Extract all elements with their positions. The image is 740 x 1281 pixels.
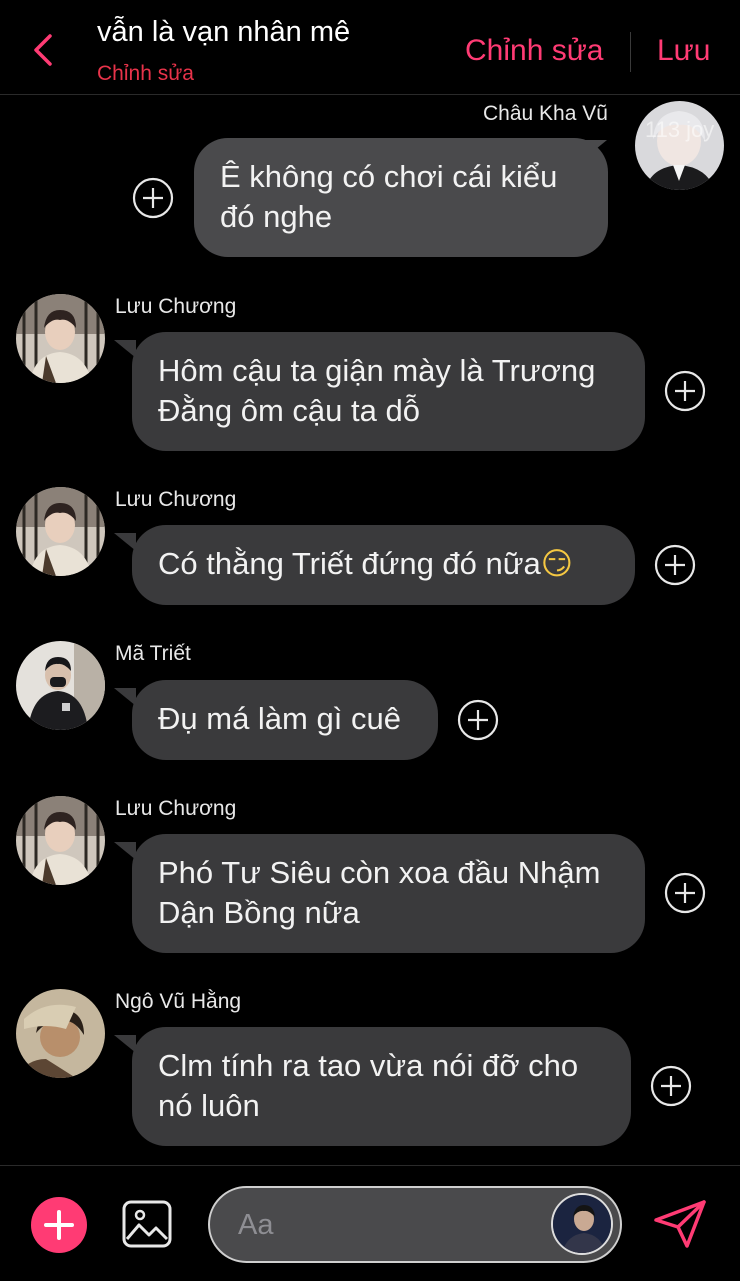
plus-icon [44,1210,74,1240]
message-bubble[interactable]: Đụ má làm gì cuê [132,680,438,760]
message-bubble[interactable]: Có thằng Triết đứng đó nữa😏 [132,525,635,605]
message-bubble[interactable]: Clm tính ra tao vừa nói đỡ cho nó luôn [132,1027,631,1146]
message-bubble[interactable]: Hôm cậu ta giận mày là Trương Đằng ôm cậ… [132,332,645,451]
edit-button[interactable]: Chỉnh sửa [465,34,604,68]
add-reaction-icon[interactable] [650,1065,692,1107]
avatar-image [16,796,105,885]
avatar[interactable] [635,101,724,190]
message-bubble[interactable]: Ê không có chơi cái kiểu đó nghe [194,138,608,257]
message-text: Clm tính ra tao vừa nói đỡ cho nó luôn [158,1048,579,1123]
smirk-emoji-icon: 😏 [540,546,574,582]
avatar[interactable] [16,294,105,383]
avatar-image [16,487,105,576]
send-button[interactable] [651,1198,709,1250]
avatar-image [635,101,724,190]
message-bubble[interactable]: Phó Tư Siêu còn xoa đầu Nhậm Dận Bồng nữ… [132,834,645,953]
image-button[interactable] [121,1199,173,1249]
sender-name: Mã Triết [115,642,191,665]
avatar[interactable] [16,796,105,885]
sender-name: Lưu Chương [115,797,237,820]
message-text: Hôm cậu ta giận mày là Trương Đằng ôm cậ… [158,353,596,428]
sender-name: Châu Kha Vũ [483,102,608,125]
message-text: Phó Tư Siêu còn xoa đầu Nhậm Dận Bồng nữ… [158,855,601,930]
add-reaction-icon[interactable] [664,370,706,412]
message-text: Có thằng Triết đứng đó nữa [158,546,541,581]
save-button[interactable]: Lưu [657,34,710,68]
chat-screen: vẫn là vạn nhân mê Chỉnh sửa Chỉnh sửa L… [0,0,740,1281]
add-reaction-icon[interactable] [664,872,706,914]
back-button[interactable] [28,30,60,70]
add-reaction-icon[interactable] [132,177,174,219]
avatar-image [16,641,105,730]
sender-name: Lưu Chương [115,295,237,318]
chevron-left-icon [34,34,52,66]
add-reaction-icon[interactable] [457,699,499,741]
avatar-image [16,294,105,383]
image-icon [122,1200,172,1248]
avatar[interactable] [16,641,105,730]
header-divider [630,32,631,72]
chat-subtitle: Chỉnh sửa [97,62,194,85]
chat-title: vẫn là vạn nhân mê [97,16,351,48]
avatar[interactable] [16,487,105,576]
add-button[interactable] [31,1197,87,1253]
sender-name: Ngô Vũ Hằng [115,990,242,1013]
message-text: Đụ má làm gì cuê [158,701,401,736]
header: vẫn là vạn nhân mê Chỉnh sửa Chỉnh sửa L… [0,0,740,95]
send-icon [654,1200,706,1248]
message-input[interactable] [238,1206,538,1244]
avatar-image [16,989,105,1078]
avatar-overlay-text: 113 joy [645,117,715,142]
composer-avatar[interactable] [551,1193,613,1255]
sender-name: Lưu Chương [115,488,237,511]
add-reaction-icon[interactable] [654,544,696,586]
composer-divider [0,1165,740,1166]
message-text: Ê không có chơi cái kiểu đó nghe [220,159,558,234]
avatar[interactable] [16,989,105,1078]
